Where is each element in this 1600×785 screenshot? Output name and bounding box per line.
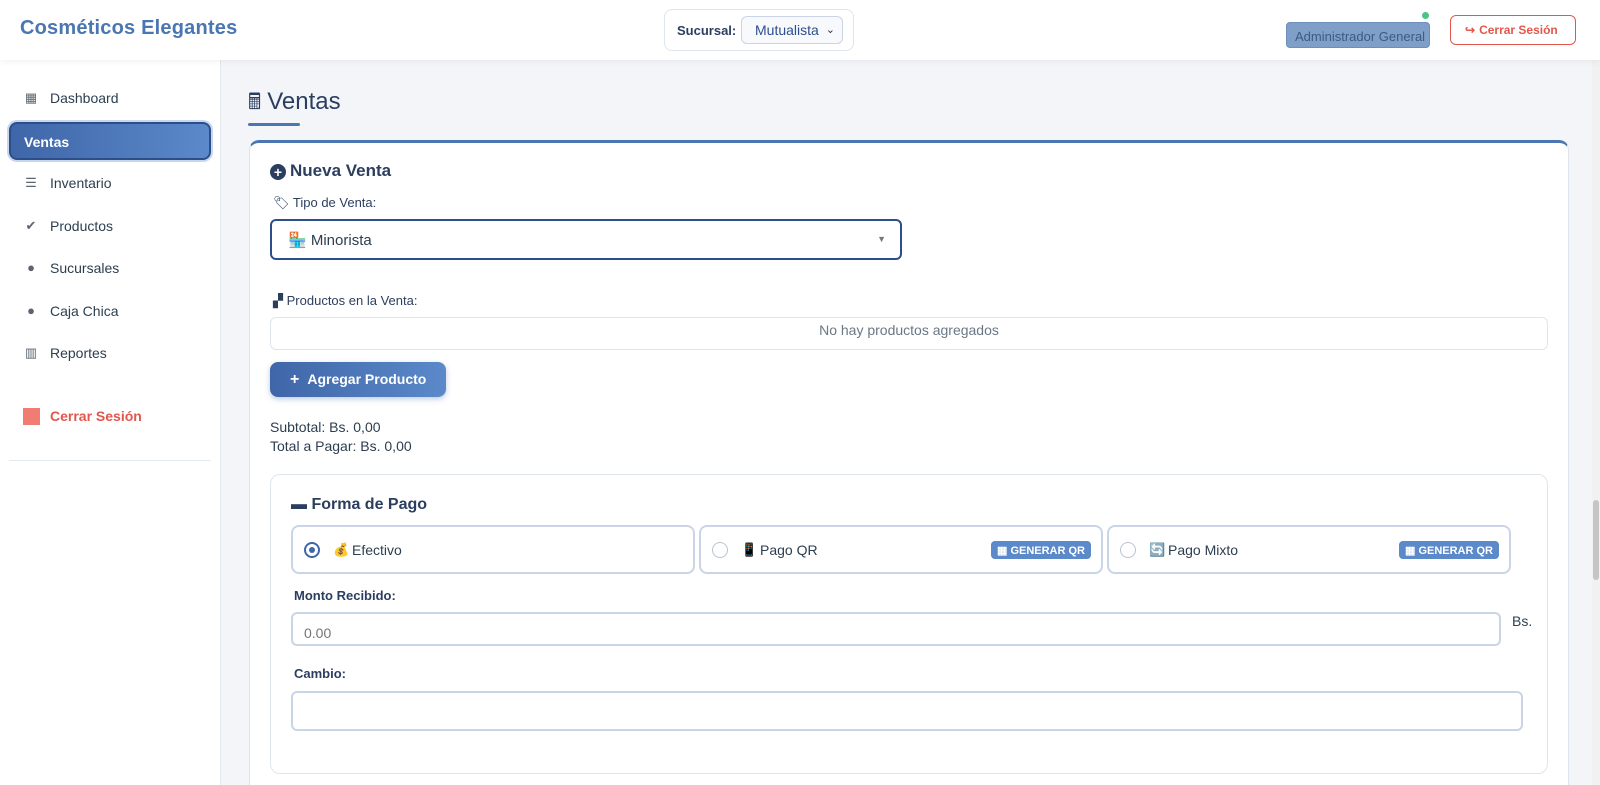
logout-square-icon: [23, 408, 40, 425]
sidebar-item-reportes[interactable]: ▥ Reportes: [9, 334, 211, 372]
money-bag-icon: 💰: [333, 542, 350, 557]
top-bar: Cosméticos Elegantes Sucursal: Mutualist…: [0, 0, 1600, 60]
sidebar-item-label: Caja Chica: [50, 303, 119, 319]
brand-title[interactable]: Cosméticos Elegantes: [20, 17, 237, 40]
dashboard-icon: ▦: [24, 90, 38, 105]
radio-button[interactable]: [712, 542, 728, 558]
sidebar-logout-label: Cerrar Sesión: [50, 408, 142, 424]
generate-qr-button[interactable]: ▦ GENERAR QR: [990, 541, 1091, 559]
branch-selector: Sucursal: Mutualista ⌄: [664, 9, 854, 51]
scroll-thumb[interactable]: [1593, 500, 1599, 580]
title-underline: [248, 123, 300, 126]
circle-icon: ●: [27, 303, 35, 318]
sidebar-logout[interactable]: Cerrar Sesión: [9, 397, 211, 435]
payment-option-efectivo[interactable]: 💰 Efectivo: [291, 525, 695, 574]
sidebar-item-label: Inventario: [50, 175, 112, 191]
payment-section: ▬ Forma de Pago 💰 Efectivo 📱 Pago QR ▦ G…: [270, 474, 1548, 774]
store-icon: ☰: [25, 175, 37, 190]
sidebar-item-label: Reportes: [50, 345, 107, 361]
plus-circle-icon: +: [270, 164, 286, 180]
payment-title-text: Forma de Pago: [311, 496, 428, 513]
sale-type-label-text: Tipo de Venta:: [292, 195, 377, 210]
sidebar-item-sucursales[interactable]: ● Sucursales: [9, 249, 211, 287]
sidebar-item-inventario[interactable]: ☰ Inventario: [9, 164, 211, 202]
payment-option-mixto[interactable]: 🔄 Pago Mixto ▦ GENERAR QR: [1107, 525, 1511, 574]
sidebar-item-label: Productos: [50, 218, 114, 234]
products-label-text: Productos en la Venta:: [286, 293, 418, 308]
radio-button[interactable]: [304, 542, 320, 558]
logout-label: Cerrar Sesión: [1479, 23, 1558, 37]
amount-received-label: Monto Recibido:: [294, 588, 396, 603]
sidebar: ▦ Dashboard Ventas ☰ Inventario ✔ Produc…: [0, 60, 221, 785]
page-title-text: Ventas: [267, 88, 341, 115]
sidebar-item-label: Sucursales: [50, 260, 120, 276]
payment-option-label: Pago Mixto: [1168, 542, 1239, 558]
tag-icon: 🏷: [273, 195, 290, 210]
totals: Subtotal: Bs. 0,00 Total a Pagar: Bs. 0,…: [270, 418, 412, 456]
cash-register-icon: 🖩: [248, 89, 262, 114]
page-title: 🖩 Ventas: [248, 85, 341, 123]
card-title-text: Nueva Venta: [290, 161, 392, 180]
chart-icon: ▥: [24, 345, 38, 360]
branch-label: Sucursal:: [677, 23, 737, 38]
generate-qr-label: GENERAR QR: [1418, 545, 1493, 557]
currency-suffix: Bs.: [1512, 613, 1533, 629]
branch-select[interactable]: Mutualista ⌄: [741, 16, 843, 44]
sidebar-item-dashboard[interactable]: ▦ Dashboard: [9, 79, 211, 117]
caret-down-icon: ▼: [877, 234, 886, 244]
total-text: Total a Pagar: Bs. 0,00: [270, 438, 412, 454]
user-role-badge[interactable]: Administrador General: [1286, 22, 1430, 48]
sidebar-item-ventas[interactable]: Ventas: [9, 122, 211, 160]
chevron-down-icon: ⌄: [825, 24, 835, 36]
change-label: Cambio:: [294, 666, 346, 681]
sidebar-item-productos[interactable]: ✔ Productos: [9, 207, 211, 245]
sidebar-divider: [9, 460, 211, 461]
payment-option-label: Pago QR: [760, 542, 818, 558]
change-field[interactable]: [291, 691, 1523, 731]
store-emoji-icon: 🏪: [288, 232, 307, 249]
generate-qr-button[interactable]: ▦ GENERAR QR: [1398, 541, 1499, 559]
products-empty-message: No hay productos agregados: [819, 322, 999, 338]
refresh-icon: 🔄: [1149, 542, 1166, 557]
map-pin-icon: ●: [27, 260, 35, 275]
sign-out-icon: ↪: [1465, 23, 1476, 37]
online-status-dot: [1422, 12, 1429, 19]
amount-received-input[interactable]: [291, 612, 1501, 646]
card-title: + Nueva Venta: [270, 161, 391, 181]
phone-icon: 📱: [741, 542, 758, 557]
qr-icon: ▦: [1404, 545, 1419, 557]
payment-option-qr[interactable]: 📱 Pago QR ▦ GENERAR QR: [699, 525, 1103, 574]
branch-value: Mutualista: [755, 22, 819, 38]
sale-type-select[interactable]: 🏪 Minorista ▼: [270, 219, 902, 260]
credit-card-icon: ▬: [291, 496, 307, 513]
add-product-label: Agregar Producto: [307, 371, 427, 387]
add-product-button[interactable]: + Agregar Producto: [270, 362, 446, 397]
subtotal-text: Subtotal: Bs. 0,00: [270, 419, 381, 435]
check-circle-icon: ✔: [25, 218, 37, 233]
products-label: ▞ Productos en la Venta:: [273, 293, 417, 309]
products-list: No hay productos agregados: [270, 317, 1548, 350]
sidebar-item-label: Dashboard: [50, 90, 119, 106]
scrollbar[interactable]: [1592, 60, 1600, 785]
logout-button[interactable]: ↪ Cerrar Sesión: [1450, 15, 1576, 45]
new-sale-card: + Nueva Venta 🏷 Tipo de Venta: 🏪 Minorist…: [249, 140, 1569, 785]
generate-qr-label: GENERAR QR: [1010, 545, 1085, 557]
boxes-icon: ▞: [273, 293, 283, 308]
payment-option-label: Efectivo: [352, 542, 402, 558]
sidebar-item-caja-chica[interactable]: ● Caja Chica: [9, 292, 211, 330]
sale-type-value: Minorista: [310, 232, 372, 249]
payment-title: ▬ Forma de Pago: [291, 496, 427, 514]
sale-type-label: 🏷 Tipo de Venta:: [273, 195, 376, 211]
plus-icon: +: [290, 371, 300, 388]
qr-icon: ▦: [996, 545, 1011, 557]
radio-button[interactable]: [1120, 542, 1136, 558]
sidebar-item-label: Ventas: [24, 134, 70, 150]
